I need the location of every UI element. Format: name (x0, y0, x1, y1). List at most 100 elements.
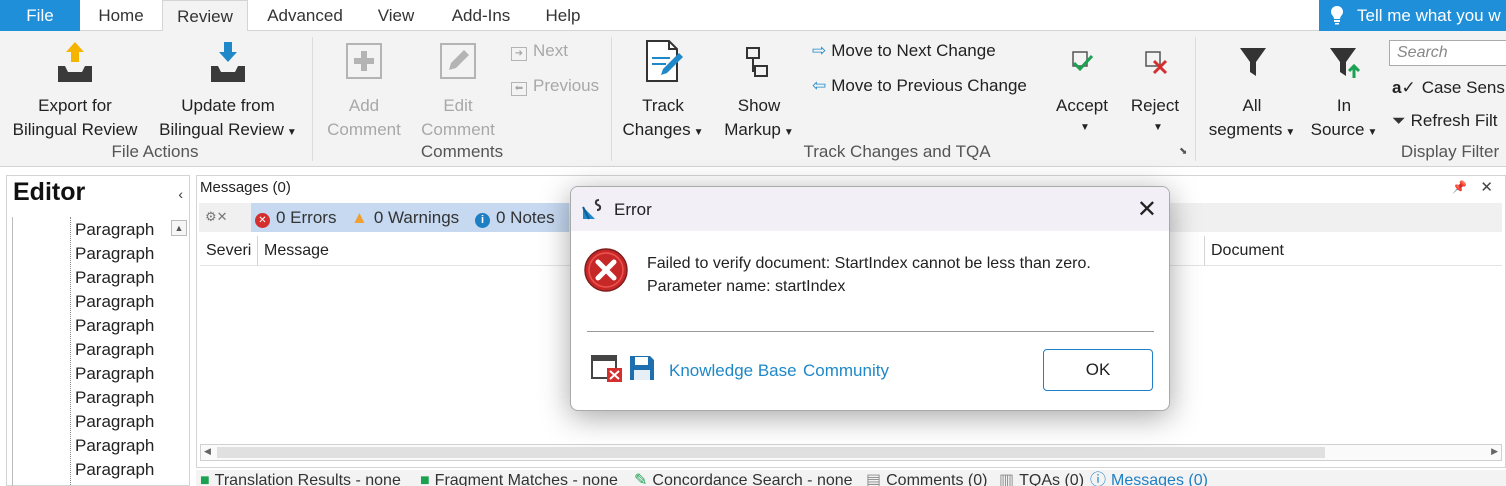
tab-add-ins[interactable]: Add-Ins (438, 0, 524, 31)
list-item[interactable]: Paragraph (75, 268, 154, 288)
group-separator (611, 37, 612, 161)
community-link[interactable]: Community (803, 361, 889, 381)
list-item[interactable]: Paragraph (75, 316, 154, 336)
dropdown-arrow-icon: ▼ (1153, 122, 1163, 133)
all-segments-button[interactable]: All segments ▼ (1202, 36, 1302, 140)
move-next-change-button[interactable]: ⇨ Move to Next Change (812, 41, 996, 61)
save-disk-icon[interactable] (628, 354, 656, 382)
export-bilingual-button[interactable]: Export for Bilingual Review (5, 36, 145, 140)
move-next-change-icon: ⇨ (812, 41, 827, 60)
notes-filter[interactable]: i 0 Notes (475, 208, 555, 228)
in-source-label-2: Source ▼ (1310, 120, 1378, 139)
list-item[interactable]: Paragraph (75, 412, 154, 432)
track-changes-label-2: Changes ▼ (622, 120, 704, 139)
tab-file[interactable]: File (0, 0, 80, 31)
all-segments-label-2: segments ▼ (1208, 120, 1296, 139)
tab-fragment-matches[interactable]: ■ Fragment Matches - none (420, 470, 618, 486)
trados-logo-icon (582, 199, 602, 220)
list-item[interactable]: Paragraph (75, 340, 154, 360)
scroll-up-arrow-icon[interactable]: ▲ (171, 220, 187, 236)
horizontal-scrollbar[interactable]: ◀ ▶ (200, 444, 1502, 461)
previous-comment-button[interactable]: ⬅ Previous (511, 76, 599, 96)
dialog-launcher-icon[interactable]: ⬊ (1179, 146, 1187, 157)
column-header-document[interactable]: Document (1205, 236, 1502, 266)
tab-view[interactable]: View (366, 0, 426, 31)
track-changes-label-1: Track (642, 96, 684, 115)
tab-comments[interactable]: ▤ Comments (0) (866, 470, 987, 486)
collapse-chevron-icon[interactable]: ‹ (178, 186, 183, 202)
add-comment-label-2: Comment (327, 120, 401, 139)
notes-count: 0 Notes (496, 208, 555, 227)
reject-x-icon (1145, 51, 1168, 75)
add-comment-button[interactable]: Add Comment (318, 36, 410, 140)
scrollbar-thumb[interactable] (217, 447, 1325, 458)
list-item[interactable]: Paragraph (75, 388, 154, 408)
ok-button[interactable]: OK (1043, 349, 1153, 391)
tab-label: TQAs (0) (1019, 472, 1085, 486)
editor-title: Editor (13, 178, 86, 206)
error-icon: ✕ (255, 213, 270, 228)
list-item[interactable]: Paragraph (75, 460, 154, 480)
tab-translation-results[interactable]: ■ Translation Results - none (200, 470, 401, 486)
show-markup-label-1: Show (737, 96, 781, 115)
reject-button[interactable]: Reject ▼ (1124, 36, 1186, 140)
column-header-severity[interactable]: Severi (200, 236, 258, 266)
move-previous-change-button[interactable]: ⇦ Move to Previous Change (812, 76, 1027, 96)
tell-me-search[interactable]: Tell me what you w (1319, 0, 1506, 31)
tab-label: Comments (0) (886, 472, 988, 486)
warnings-filter[interactable]: ▲ 0 Warnings (351, 208, 459, 228)
move-previous-change-icon: ⇦ (812, 76, 827, 95)
scroll-right-arrow-icon[interactable]: ▶ (1491, 446, 1498, 457)
filter-search-input[interactable]: Search (1389, 40, 1506, 66)
warning-icon: ▲ (351, 208, 368, 227)
list-item[interactable]: Paragraph (75, 292, 154, 312)
list-item[interactable]: Paragraph (75, 244, 154, 264)
tab-home[interactable]: Home (82, 0, 160, 31)
update-bilingual-button[interactable]: Update from Bilingual Review ▼ (152, 36, 304, 140)
track-changes-button[interactable]: Track Changes ▼ (617, 36, 709, 140)
knowledge-base-link[interactable]: Knowledge Base (669, 361, 797, 381)
dialog-divider (587, 331, 1154, 332)
group-label-track-changes: Track Changes and TQA (803, 142, 991, 161)
in-source-button[interactable]: In Source ▼ (1306, 36, 1382, 140)
edit-comment-button[interactable]: Edit Comment (412, 36, 504, 140)
dialog-close-icon[interactable]: ✕ (1137, 195, 1157, 224)
case-sensitive-toggle[interactable]: a✓ Case Sensiti (1392, 78, 1506, 98)
filter-source-icon (1330, 48, 1361, 78)
list-item[interactable]: Paragraph (75, 220, 154, 240)
list-item[interactable]: Paragraph (75, 436, 154, 456)
list-item[interactable]: Paragraph (75, 364, 154, 384)
close-icon[interactable]: ✕ (1480, 178, 1493, 196)
tab-advanced[interactable]: Advanced (252, 0, 358, 31)
tab-concordance-search[interactable]: ✎ Concordance Search - none (634, 470, 853, 486)
group-separator (312, 37, 313, 161)
bottom-tab-strip: ■ Translation Results - none ■ Fragment Ma… (196, 470, 1506, 486)
tell-me-label: Tell me what you w (1357, 6, 1501, 25)
accept-button[interactable]: Accept ▼ (1048, 36, 1116, 140)
scroll-left-arrow-icon[interactable]: ◀ (204, 446, 211, 457)
move-next-change-label: Move to Next Change (831, 41, 996, 60)
refresh-filter-button[interactable]: ⏷ Refresh Filt (1392, 111, 1498, 131)
tab-messages[interactable]: ⓘ Messages (0) (1090, 470, 1208, 486)
tab-review[interactable]: Review (162, 0, 248, 32)
dropdown-arrow-icon: ▼ (1080, 122, 1090, 133)
tab-help[interactable]: Help (534, 0, 592, 31)
accept-check-icon (1072, 51, 1094, 72)
reject-label: Reject (1130, 96, 1180, 115)
warnings-count: 0 Warnings (373, 208, 460, 227)
pin-icon[interactable]: 📌 (1452, 180, 1467, 194)
all-segments-label-1: All (1242, 96, 1262, 115)
group-label-display-filter: Display Filter (1400, 142, 1500, 161)
next-comment-label: Next (533, 41, 568, 60)
show-markup-button[interactable]: Show Markup ▼ (714, 36, 804, 140)
dialog-title: Error (614, 200, 652, 219)
info-icon: i (475, 213, 490, 228)
add-comment-label-1: Add (348, 96, 380, 115)
export-label-1: Export for (38, 96, 112, 115)
export-label-2: Bilingual Review (12, 120, 138, 139)
close-window-icon[interactable] (591, 355, 623, 383)
next-comment-button[interactable]: ➜ Next (511, 41, 568, 61)
tab-tqas[interactable]: ▥ TQAs (0) (999, 470, 1084, 486)
errors-filter[interactable]: ✕ 0 Errors (255, 208, 336, 228)
clear-messages-icon[interactable]: ⚙✕ (205, 209, 228, 225)
